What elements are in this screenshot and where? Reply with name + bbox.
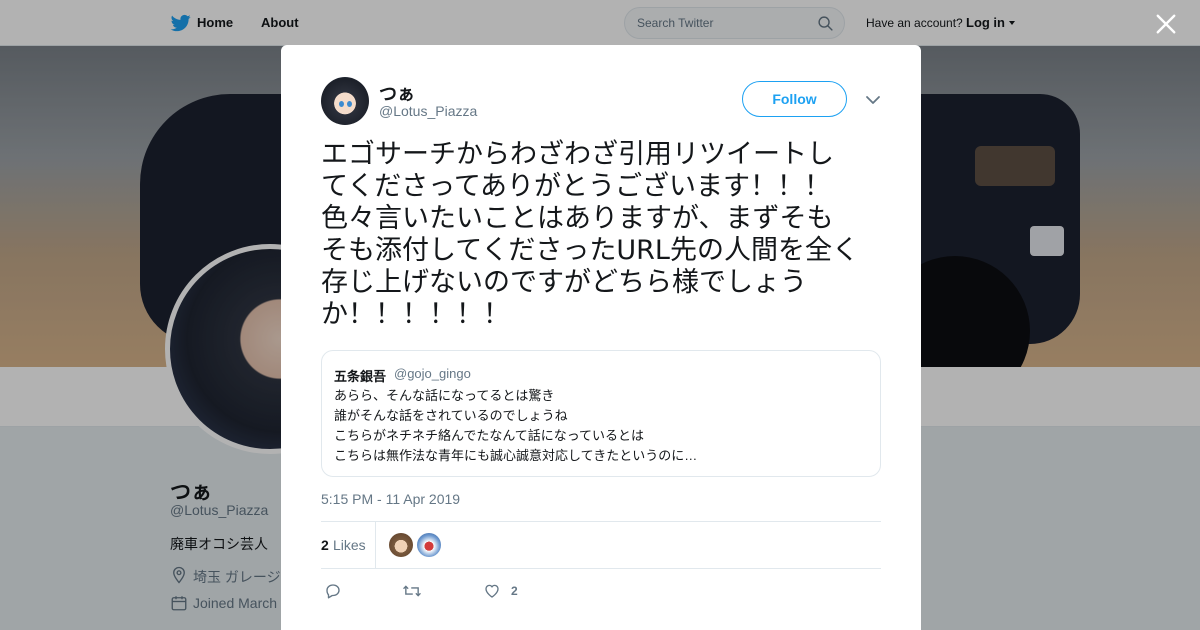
tweet-text-line: 色々言いたいことはありますが、まずそも <box>321 203 834 234</box>
likes-count[interactable]: 2 <box>321 537 329 553</box>
tweet-text-line: てくださってありがとうございます！！！ <box>321 171 832 202</box>
reply-icon[interactable] <box>324 582 342 600</box>
tweet-text: エゴサーチからわざわざ引用リツイートし てくださってありがとうございます！！！ … <box>321 139 881 331</box>
quoted-text-line: 誰がそんな話をされているのでしょうね <box>334 408 568 423</box>
tweet-text-line: エゴサーチからわざわざ引用リツイートし <box>321 139 834 170</box>
tweet-text-line: そも添付してくださったURL先の人間を全く <box>321 235 859 266</box>
retweet-icon[interactable] <box>402 582 422 600</box>
follow-button[interactable]: Follow <box>742 81 847 117</box>
liker-avatar[interactable] <box>389 533 413 557</box>
likes-label[interactable]: Likes <box>333 537 366 553</box>
chevron-down-icon[interactable] <box>865 94 881 106</box>
tweet-modal: つぁ @Lotus_Piazza Follow エゴサーチからわざわざ引用リツイ… <box>281 45 921 630</box>
avatar-eye-right <box>347 101 352 107</box>
like-action-count: 2 <box>511 584 518 598</box>
tweet-stats: 2 Likes <box>321 521 881 569</box>
stats-divider <box>375 522 376 569</box>
liker-avatar[interactable] <box>417 533 441 557</box>
heart-icon[interactable] <box>483 582 501 600</box>
author-handle[interactable]: @Lotus_Piazza <box>379 103 477 119</box>
quoted-text-line: こちらは無作法な青年にも誠心誠意対応してきたというのに… <box>334 448 698 463</box>
quoted-text: あらら、そんな話になってるとは驚き 誰がそんな話をされているのでしょうね こちら… <box>334 386 697 466</box>
avatar-eye-left <box>339 101 344 107</box>
author-avatar[interactable] <box>321 77 369 125</box>
close-icon[interactable] <box>1155 13 1177 35</box>
quoted-text-line: あらら、そんな話になってるとは驚き <box>334 388 555 403</box>
quoted-tweet[interactable]: 五条銀吾 @gojo_gingo あらら、そんな話になってるとは驚き 誰がそんな… <box>321 350 881 477</box>
quoted-text-line: こちらがネチネチ絡んでたなんて話になっているとは <box>334 428 645 443</box>
tweet-text-line: 存じ上げないのですがどちら様でしょう <box>321 267 807 298</box>
tweet-timestamp[interactable]: 5:15 PM - 11 Apr 2019 <box>321 491 460 507</box>
tweet-text-line: か！！！！！！ <box>321 299 510 330</box>
quoted-author-name: 五条銀吾 <box>334 369 387 384</box>
quoted-author-handle: @gojo_gingo <box>394 366 471 381</box>
